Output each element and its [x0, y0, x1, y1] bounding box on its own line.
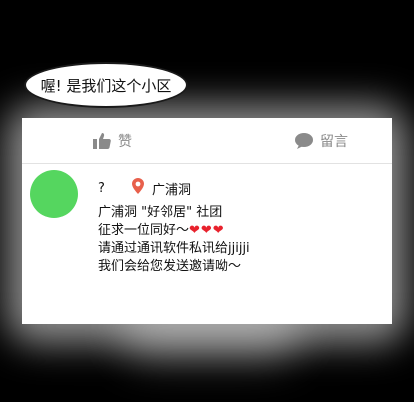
- hearts: ❤❤❤: [189, 223, 225, 238]
- post-header: ? 广浦洞: [98, 178, 191, 198]
- post-line-1: 广浦洞 "好邻居" 社团: [98, 205, 223, 220]
- post-line-2-text: 征求一位同好～: [98, 223, 190, 238]
- speech-bubble-icon: [294, 132, 314, 150]
- post-line-4: 我们会给您发送邀请呦～: [98, 259, 242, 274]
- post-actions-bar: 赞 留言: [22, 118, 392, 164]
- post-content: 广浦洞 "好邻居" 社团 征求一位同好～❤❤❤ 请通过通讯软件私讯给jjijji…: [98, 204, 250, 276]
- like-label: 赞: [118, 133, 132, 150]
- location-label[interactable]: 广浦洞: [152, 179, 191, 198]
- comment-label: 留言: [320, 133, 348, 150]
- post-line-2: 征求一位同好～❤❤❤: [98, 222, 250, 240]
- avatar[interactable]: [30, 170, 78, 218]
- comic-panel: 喔! 是我们这个小区 赞 留言 ? 广浦洞 广浦洞 "好邻居" 社团 征求一位同…: [0, 0, 414, 402]
- username[interactable]: ?: [98, 181, 132, 196]
- speech-bubble: 喔! 是我们这个小区: [24, 62, 188, 108]
- thumbs-up-icon: [92, 132, 112, 150]
- like-button[interactable]: 赞: [22, 131, 220, 151]
- location-pin-icon: [132, 178, 144, 198]
- speech-bubble-text: 喔! 是我们这个小区: [40, 76, 172, 95]
- post-line-3: 请通过通讯软件私讯给jjijji: [98, 241, 250, 256]
- post-card: 赞 留言 ? 广浦洞 广浦洞 "好邻居" 社团 征求一位同好～❤❤❤ 请通过通讯…: [22, 118, 392, 324]
- post-body: ? 广浦洞 广浦洞 "好邻居" 社团 征求一位同好～❤❤❤ 请通过通讯软件私讯给…: [22, 164, 392, 324]
- comment-button[interactable]: 留言: [220, 131, 392, 151]
